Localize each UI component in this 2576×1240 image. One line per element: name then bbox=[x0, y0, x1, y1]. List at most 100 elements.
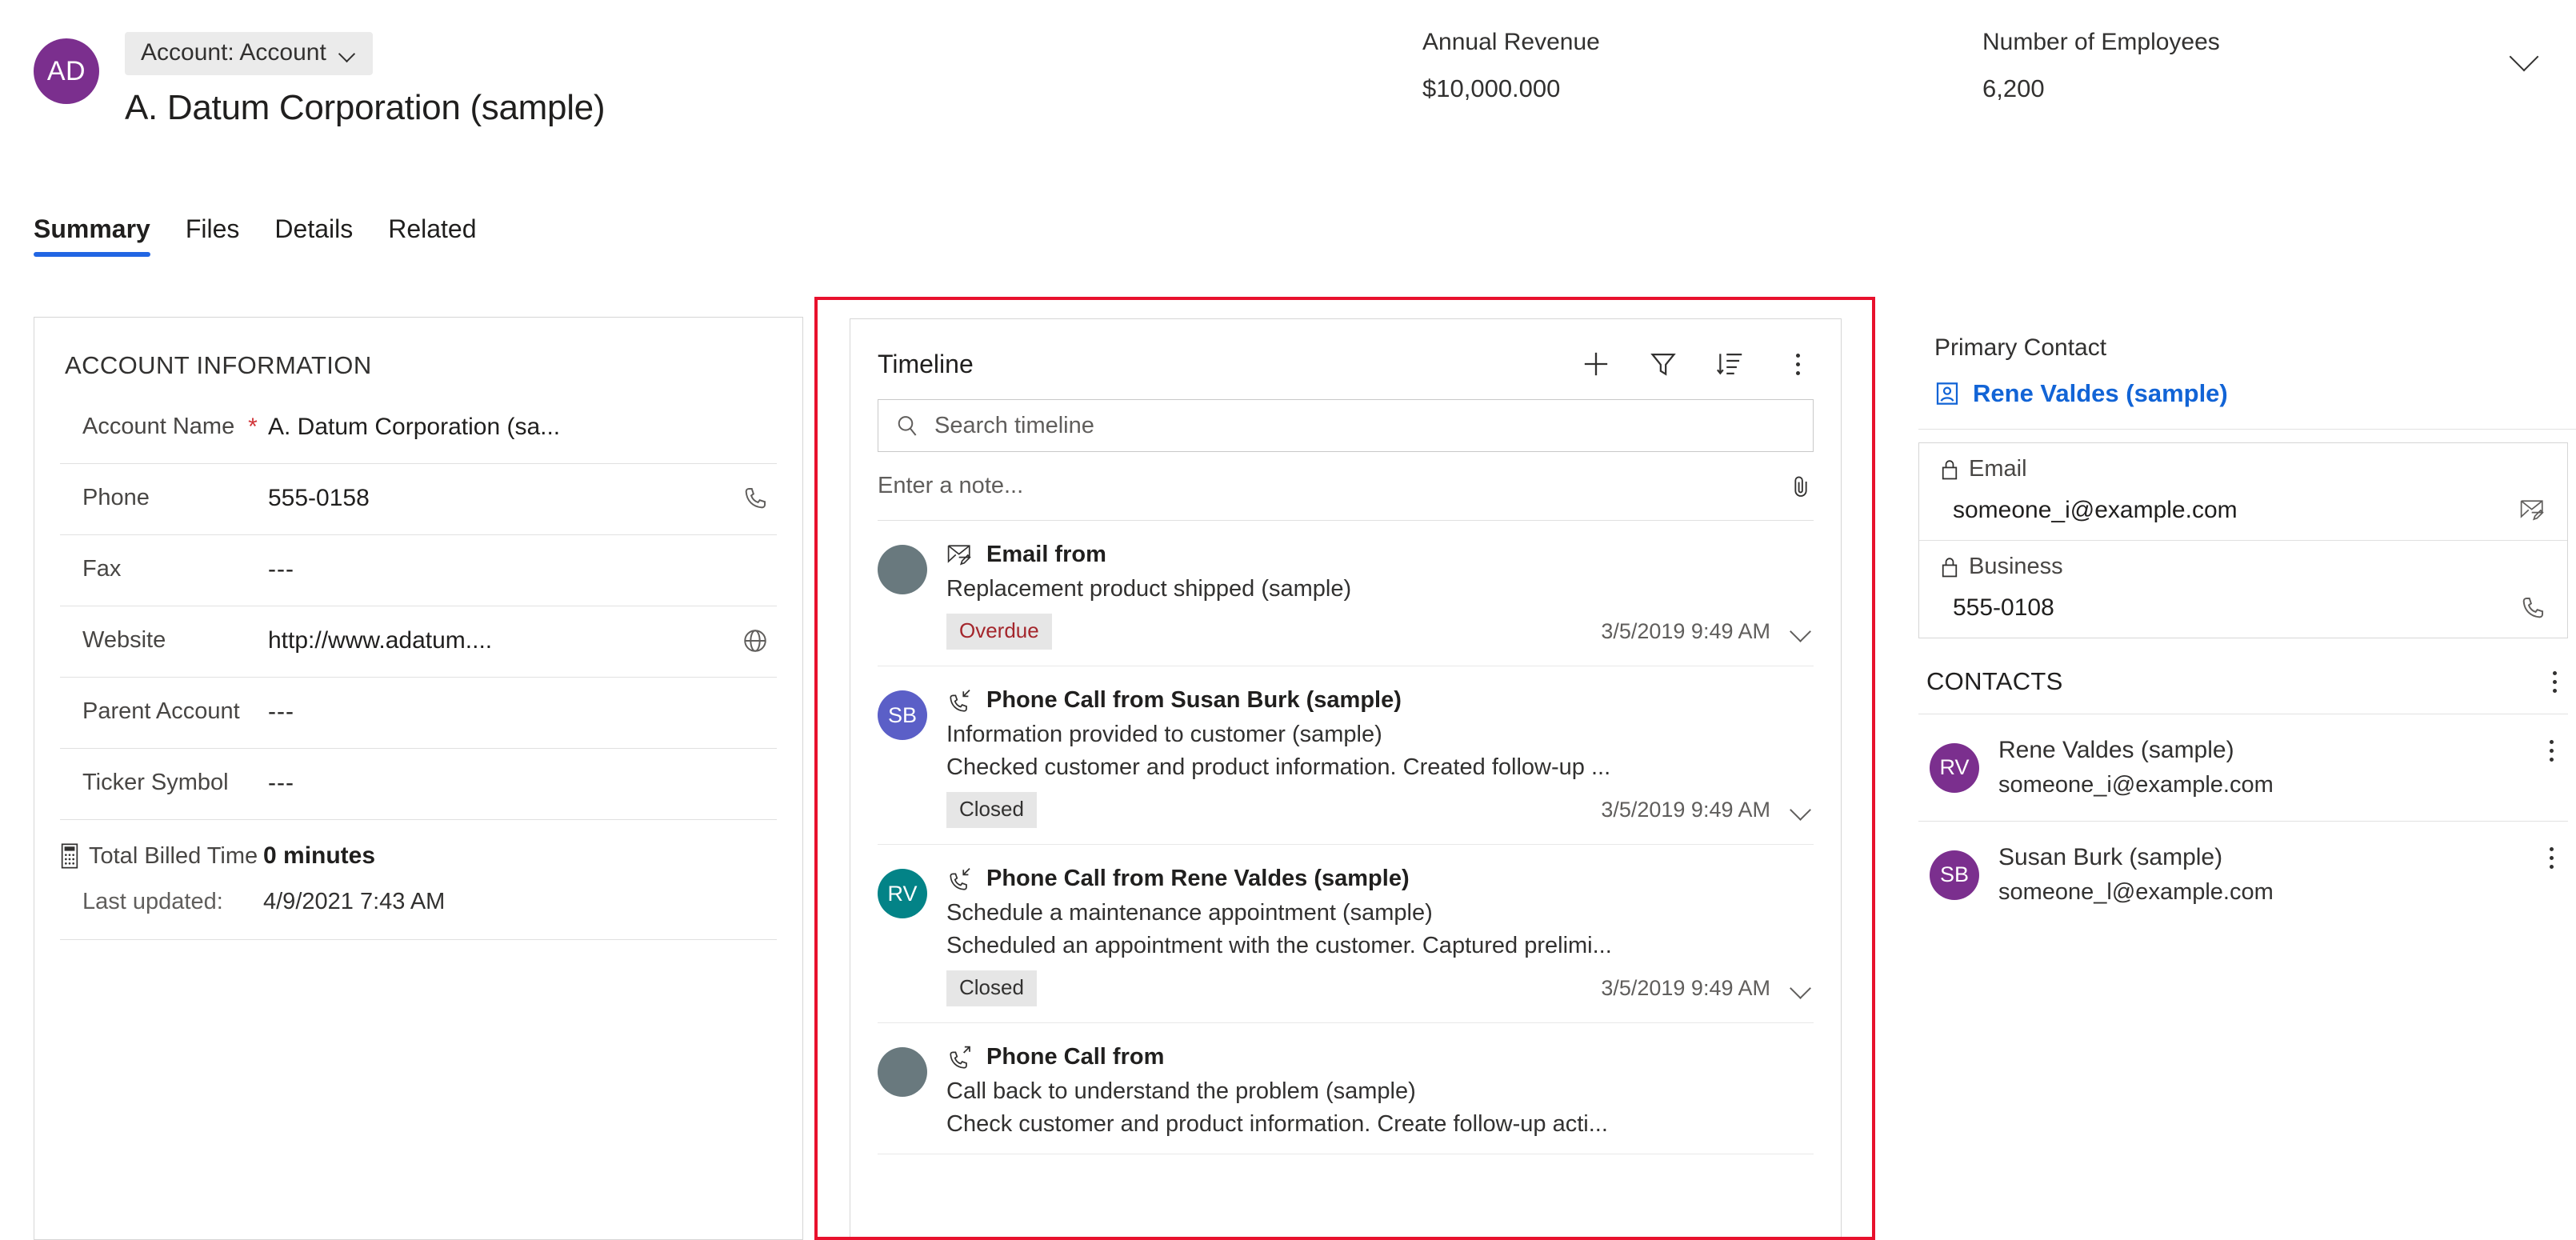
search-placeholder: Search timeline bbox=[934, 412, 1094, 438]
timeline-item[interactable]: RV Phone Call from Rene Valdes (sample) … bbox=[878, 845, 1814, 1023]
field-value[interactable]: A. Datum Corporation (sa... bbox=[263, 414, 734, 441]
status-badge: Closed bbox=[946, 970, 1037, 1006]
section-title: ACCOUNT INFORMATION bbox=[65, 351, 372, 379]
search-timeline-input[interactable]: Search timeline bbox=[878, 399, 1814, 452]
account-form-page: AD Account: Account A. Datum Corporation… bbox=[0, 0, 2576, 1240]
list-item[interactable]: RV Rene Valdes (sample) someone_i@exampl… bbox=[1918, 714, 2568, 822]
add-icon[interactable] bbox=[1580, 348, 1612, 380]
timeline-card: Timeline Search timeline Enter a note...… bbox=[850, 318, 1842, 1240]
right-panel: Primary Contact Rene Valdes (sample) Ema… bbox=[1910, 317, 2576, 1240]
avatar: SB bbox=[1930, 850, 1979, 900]
record-header: AD Account: Account A. Datum Corporation… bbox=[0, 0, 2576, 160]
account-information-card: ACCOUNT INFORMATION Account Name * A. Da… bbox=[34, 317, 803, 1240]
filter-icon[interactable] bbox=[1647, 348, 1679, 380]
phone-icon[interactable] bbox=[2519, 594, 2546, 622]
contacts-title: CONTACTS bbox=[1926, 667, 2063, 695]
lock-icon bbox=[1940, 556, 1959, 578]
timeline-item[interactable]: Email from Replacement product shipped (… bbox=[878, 521, 1814, 666]
chevron-down-icon[interactable] bbox=[2507, 46, 2544, 70]
header-stat-label: Number of Employees bbox=[1982, 29, 2220, 55]
tab-summary[interactable]: Summary bbox=[34, 214, 168, 257]
calculator-icon bbox=[60, 843, 79, 869]
field-parent-account: Parent Account --- bbox=[60, 677, 777, 748]
field-phone: Phone 555-0158 bbox=[60, 463, 777, 534]
primary-contact-label: Primary Contact bbox=[1934, 334, 2107, 361]
divider bbox=[1918, 429, 2576, 430]
field-label: Fax bbox=[82, 556, 122, 582]
field-value[interactable]: http://www.adatum.... bbox=[263, 627, 734, 654]
header-stat-number-of-employees: Number of Employees 6,200 bbox=[1982, 29, 2220, 103]
field-value: 555-0108 bbox=[1953, 594, 2054, 621]
field-value[interactable]: --- bbox=[263, 556, 734, 583]
chevron-down-icon[interactable] bbox=[1790, 625, 1814, 639]
header-stat-value: $10,000.000 bbox=[1422, 74, 1561, 102]
timeline-item-subject: Call back to understand the problem (sam… bbox=[946, 1078, 1416, 1104]
phone-incoming-icon bbox=[946, 688, 974, 714]
chevron-down-icon bbox=[339, 48, 357, 58]
chevron-down-icon[interactable] bbox=[1790, 803, 1814, 818]
more-commands-icon[interactable] bbox=[2553, 670, 2568, 693]
field-label: Parent Account bbox=[82, 698, 240, 724]
field-value[interactable]: --- bbox=[263, 770, 734, 797]
more-commands-icon[interactable] bbox=[2550, 847, 2568, 869]
header-stat-annual-revenue: Annual Revenue $10,000.000 bbox=[1422, 29, 1600, 103]
tab-details[interactable]: Details bbox=[257, 214, 370, 257]
entity-type-selector[interactable]: Account: Account bbox=[125, 32, 373, 75]
timeline-item-date: 3/5/2019 9:49 AM bbox=[1601, 798, 1770, 822]
timeline-item-date: 3/5/2019 9:49 AM bbox=[1601, 976, 1770, 1000]
field-value[interactable]: --- bbox=[263, 698, 734, 726]
field-label-with-icon: Email bbox=[1940, 456, 2546, 482]
globe-icon[interactable] bbox=[734, 627, 777, 654]
phone-icon[interactable] bbox=[734, 485, 777, 512]
primary-contact-details: Email someone_i@example.com Business 555… bbox=[1918, 442, 2568, 638]
field-ticker-symbol: Ticker Symbol --- bbox=[60, 748, 777, 819]
timeline-title: Timeline bbox=[878, 349, 974, 378]
timeline-item[interactable]: SB Phone Call from Susan Burk (sample) I… bbox=[878, 666, 1814, 845]
more-commands-icon[interactable] bbox=[2550, 740, 2568, 762]
field-value[interactable]: 555-0158 bbox=[263, 485, 734, 512]
note-placeholder: Enter a note... bbox=[878, 473, 1024, 498]
timeline-item-title: Email from bbox=[986, 542, 1106, 567]
field-label-text: Business bbox=[1969, 554, 2063, 579]
email-icon[interactable] bbox=[2519, 498, 2546, 522]
status-badge: Overdue bbox=[946, 614, 1052, 650]
avatar bbox=[878, 545, 927, 594]
chevron-down-icon[interactable] bbox=[1790, 982, 1814, 996]
field-website: Website http://www.adatum.... bbox=[60, 606, 777, 677]
avatar bbox=[878, 1047, 927, 1097]
status-badge: Closed bbox=[946, 792, 1037, 828]
email-icon bbox=[946, 543, 974, 567]
timeline-item[interactable]: Phone Call from Call back to understand … bbox=[878, 1023, 1814, 1154]
field-label-text: Total Billed Time bbox=[89, 842, 258, 869]
contact-email: someone_i@example.com bbox=[1998, 772, 2274, 798]
field-business-phone: Business 555-0108 bbox=[1919, 540, 2567, 638]
tab-files[interactable]: Files bbox=[168, 214, 258, 257]
timeline-item-title: Phone Call from Susan Burk (sample) bbox=[986, 687, 1402, 713]
paperclip-icon[interactable] bbox=[1788, 474, 1814, 499]
timeline-item-subject: Schedule a maintenance appointment (samp… bbox=[946, 900, 1433, 926]
more-commands-icon[interactable] bbox=[1782, 348, 1814, 380]
sort-icon[interactable] bbox=[1714, 348, 1746, 380]
contact-name: Rene Valdes (sample) bbox=[1998, 737, 2234, 763]
form-tabs: Summary Files Details Related bbox=[34, 214, 494, 257]
field-label: Ticker Symbol bbox=[82, 770, 229, 795]
list-item[interactable]: SB Susan Burk (sample) someone_l@example… bbox=[1918, 822, 2568, 928]
contacts-section-header: CONTACTS bbox=[1926, 667, 2568, 696]
field-label-text: Email bbox=[1969, 456, 2027, 482]
avatar: RV bbox=[1930, 742, 1979, 793]
account-fields: Account Name * A. Datum Corporation (sa.… bbox=[60, 401, 777, 940]
contact-email: someone_l@example.com bbox=[1998, 879, 2274, 905]
phone-incoming-icon bbox=[946, 866, 974, 892]
contact-card-icon bbox=[1934, 381, 1960, 406]
page-title: A. Datum Corporation (sample) bbox=[125, 88, 606, 127]
search-icon bbox=[894, 413, 920, 438]
field-label: Account Name bbox=[82, 414, 235, 439]
timeline-item-description: Checked customer and product information… bbox=[946, 754, 1611, 780]
field-email: Email someone_i@example.com bbox=[1919, 443, 2567, 540]
field-label-with-icon: Total Billed Time bbox=[60, 843, 263, 870]
phone-outgoing-icon bbox=[946, 1045, 974, 1070]
note-input-row[interactable]: Enter a note... bbox=[878, 452, 1814, 521]
primary-contact-link[interactable]: Rene Valdes (sample) bbox=[1934, 379, 2576, 408]
tab-related[interactable]: Related bbox=[370, 214, 494, 257]
timeline-item-title: Phone Call from bbox=[986, 1044, 1165, 1070]
